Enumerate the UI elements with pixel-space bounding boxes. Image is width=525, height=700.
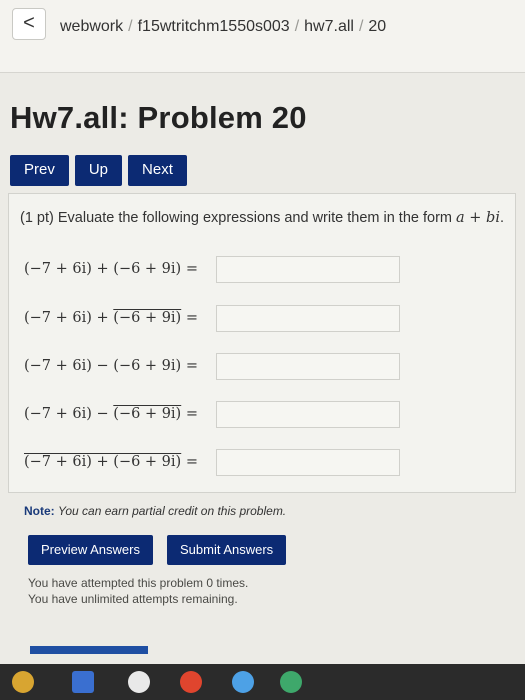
up-button[interactable]: Up xyxy=(74,155,123,186)
expression: (−7 + 6i) + (−6 + 9i) = xyxy=(24,454,216,470)
breadcrumb-separator: / xyxy=(128,18,133,35)
problem-nav: Prev Up Next xyxy=(10,155,187,186)
top-bar: < webwork / f15wtritchm1550s003/hw7.all/20 xyxy=(0,0,525,73)
attempts-text: You have attempted this problem 0 times. xyxy=(28,576,249,590)
conjugate-term: (−6 + 9i) xyxy=(113,406,182,422)
expression-row: (−7 + 6i) + (−6 + 9i) = xyxy=(24,255,400,283)
problem-prompt: (1 pt) Evaluate the following expression… xyxy=(20,210,504,226)
back-button[interactable]: < xyxy=(12,8,46,40)
expression: (−7 + 6i) + (−6 + 9i) = xyxy=(24,261,198,277)
breadcrumb-course[interactable]: f15wtritchm1550s003 xyxy=(138,18,290,35)
breadcrumb: webwork / f15wtritchm1550s003/hw7.all/20 xyxy=(60,18,386,36)
problem-points: (1 pt) xyxy=(20,210,54,226)
expression-equals: = xyxy=(181,310,198,326)
answer-input[interactable] xyxy=(216,400,400,428)
expression-row: (−7 + 6i) + (−6 + 9i) = xyxy=(24,304,400,332)
remaining-text: You have unlimited attempts remaining. xyxy=(28,592,238,606)
app-icon[interactable] xyxy=(232,671,254,693)
expression-equals: = xyxy=(181,454,198,470)
answer-form: a + bi xyxy=(456,210,500,226)
page-title: Hw7.all: Problem 20 xyxy=(10,100,307,135)
expression-row: (−7 + 6i) − (−6 + 9i) = xyxy=(24,400,400,428)
note-label: Note: xyxy=(24,504,55,518)
browser-icon[interactable] xyxy=(180,671,202,693)
breadcrumb-separator: / xyxy=(294,18,300,35)
expression-row: (−7 + 6i) + (−6 + 9i) = xyxy=(24,448,400,476)
app-icon[interactable] xyxy=(280,671,302,693)
preview-answers-button[interactable]: Preview Answers xyxy=(28,535,153,565)
conjugate-term: (−7 + 6i) + (−6 + 9i) xyxy=(24,454,182,470)
partially-visible-button[interactable] xyxy=(30,646,148,654)
taskbar xyxy=(0,664,525,700)
attempt-status: You have attempted this problem 0 times.… xyxy=(28,575,248,607)
app-icon[interactable] xyxy=(12,671,34,693)
app-icon[interactable] xyxy=(72,671,94,693)
expression-part: (−7 + 6i) − xyxy=(24,406,114,422)
answer-input[interactable] xyxy=(216,255,400,283)
next-button[interactable]: Next xyxy=(128,155,187,186)
answer-input[interactable] xyxy=(216,448,400,476)
expression-equals: = xyxy=(181,406,198,422)
expression-part: (−7 + 6i) + xyxy=(24,310,114,326)
breadcrumb-webwork[interactable]: webwork xyxy=(60,18,123,35)
conjugate-term: (−6 + 9i) xyxy=(113,310,182,326)
problem-text: Evaluate the following expressions and w… xyxy=(57,210,452,226)
expression: (−7 + 6i) + (−6 + 9i) = xyxy=(24,310,216,326)
submit-answers-button[interactable]: Submit Answers xyxy=(166,535,287,565)
prev-button[interactable]: Prev xyxy=(10,155,69,186)
expression: (−7 + 6i) − (−6 + 9i) = xyxy=(24,358,198,374)
partial-credit-note: Note: You can earn partial credit on thi… xyxy=(24,504,286,518)
expression-row: (−7 + 6i) − (−6 + 9i) = xyxy=(24,352,400,380)
answer-input[interactable] xyxy=(216,352,400,380)
app-icon[interactable] xyxy=(128,671,150,693)
note-text: You can earn partial credit on this prob… xyxy=(58,504,287,518)
breadcrumb-separator: / xyxy=(358,18,364,35)
expression: (−7 + 6i) − (−6 + 9i) = xyxy=(24,406,216,422)
breadcrumb-problem: 20 xyxy=(368,18,387,35)
answer-actions: Preview Answers Submit Answers xyxy=(28,535,287,565)
breadcrumb-set[interactable]: hw7.all xyxy=(304,18,354,35)
answer-input[interactable] xyxy=(216,304,400,332)
